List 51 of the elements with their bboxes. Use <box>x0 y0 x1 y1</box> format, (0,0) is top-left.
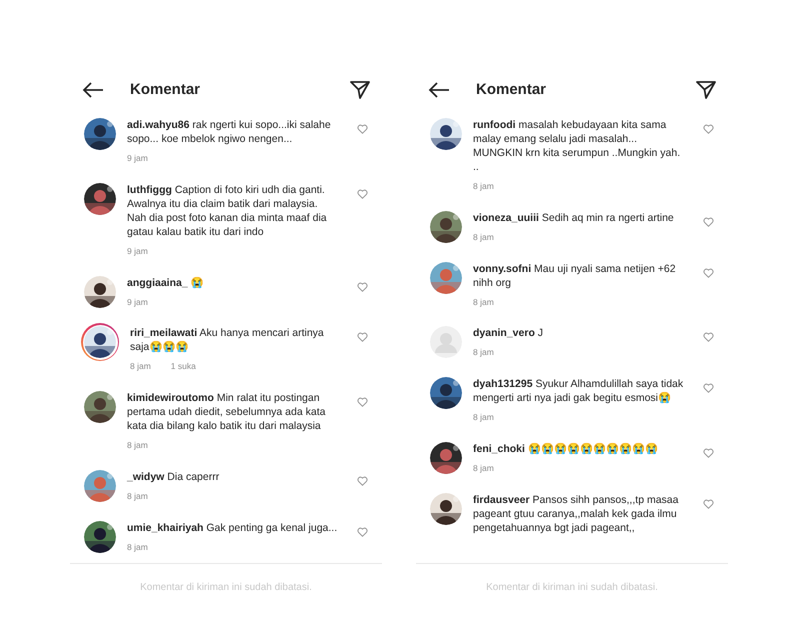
comment-text: firdausveer Pansos sihh pansos,,,tp masaa pageant gtuu caranya,,malah kek gada ilmu pengetahuannya bgt jadi pageant,, <box>473 492 680 534</box>
comment-time: 9 jam <box>127 244 148 258</box>
comment-text: dyah131295 Syukur Alhamdulillah saya tidak mengerti arti nya jadi gak begitu esmosi😭 <box>473 377 684 405</box>
comment-time: 8 jam <box>473 296 494 308</box>
story-ring[interactable] <box>81 323 119 362</box>
comment-text: runfoodi masalah kebudayaan kita sama malay emang selalu jadi masalah... MUNGKIN krn kita serumpun ..Mungkin yah. .. <box>473 118 682 174</box>
comment-time: 8 jam <box>473 346 494 359</box>
comment-text: adi.wahyu86 rak ngerti kui sopo...iki salahe sopo... koe mbelok ngiwo nengen... <box>127 118 332 146</box>
comment-text: anggiaaina_ 😭 <box>127 276 205 290</box>
heart-icon[interactable] <box>357 124 368 134</box>
comment-time: 8 jam <box>473 180 494 193</box>
comments-limited-notice: Komentar di kiriman ini sudah dibatasi. <box>485 581 659 595</box>
comment-text: _widyw Dia caperrr <box>127 470 220 484</box>
header-title: Komentar <box>476 80 548 100</box>
heart-icon[interactable] <box>357 526 368 536</box>
heart-icon[interactable] <box>357 397 368 407</box>
back-arrow-icon[interactable] <box>82 82 104 98</box>
comment-time: 8 jam <box>127 490 148 502</box>
comment-time: 8 jam <box>127 439 148 452</box>
send-icon[interactable] <box>350 81 370 99</box>
comment-time: 9 jam <box>127 296 148 308</box>
heart-icon[interactable] <box>357 282 368 292</box>
comment-time: 9 jam <box>127 152 148 165</box>
back-arrow-icon[interactable] <box>428 82 450 98</box>
comment-time: 8 jam <box>473 230 494 244</box>
comment-time: 8 jam <box>130 360 151 373</box>
heart-icon[interactable] <box>703 124 714 134</box>
heart-icon[interactable] <box>703 448 714 458</box>
heart-icon[interactable] <box>703 332 714 342</box>
comment-text: vonny.sofni Mau uji nyali sama netijen +62 nihh org <box>473 262 677 290</box>
heart-icon[interactable] <box>357 476 368 486</box>
heart-icon[interactable] <box>703 268 714 278</box>
comment-text: riri_meilawati Aku hanya mencari artinya saja😭😭😭 <box>130 326 325 354</box>
comment-text: luthfiggg Caption di foto kiri udh dia ganti. Awalnya itu dia claim batik dari malaysia. Nah dia post foto kanan dia minta maaf dia gatau kalau batik itu dari indo <box>127 182 328 239</box>
send-icon[interactable] <box>696 81 716 99</box>
comment-time: 8 jam <box>127 540 148 554</box>
comment-text: kimidewiroutomo Min ralat itu postingan pertama udah diedit, sebelumnya ada kata kata dia bilang kalo batik itu dari malaysia <box>127 391 326 433</box>
heart-icon[interactable] <box>357 332 368 342</box>
heart-icon[interactable] <box>703 498 714 508</box>
comment-text: umie_khairiyah Gak penting ga kenal juga... <box>127 520 338 534</box>
likes-count[interactable]: 1 suka <box>170 360 196 373</box>
comment-text: feni_choki 😭😭😭😭😭😭😭😭😭😭 <box>473 442 659 456</box>
comment-time: 8 jam <box>473 411 494 424</box>
heart-icon[interactable] <box>703 216 714 227</box>
comment-text: dyanin_vero J <box>473 326 544 340</box>
comments-limited-notice: Komentar di kiriman ini sudah dibatasi. <box>139 581 313 595</box>
heart-icon[interactable] <box>703 383 714 393</box>
header-title: Komentar <box>130 80 202 100</box>
comment-time: 8 jam <box>473 462 494 474</box>
heart-icon[interactable] <box>357 188 368 199</box>
comment-text: vioneza_uuiii Sedih aq min ra ngerti artine <box>473 210 675 225</box>
